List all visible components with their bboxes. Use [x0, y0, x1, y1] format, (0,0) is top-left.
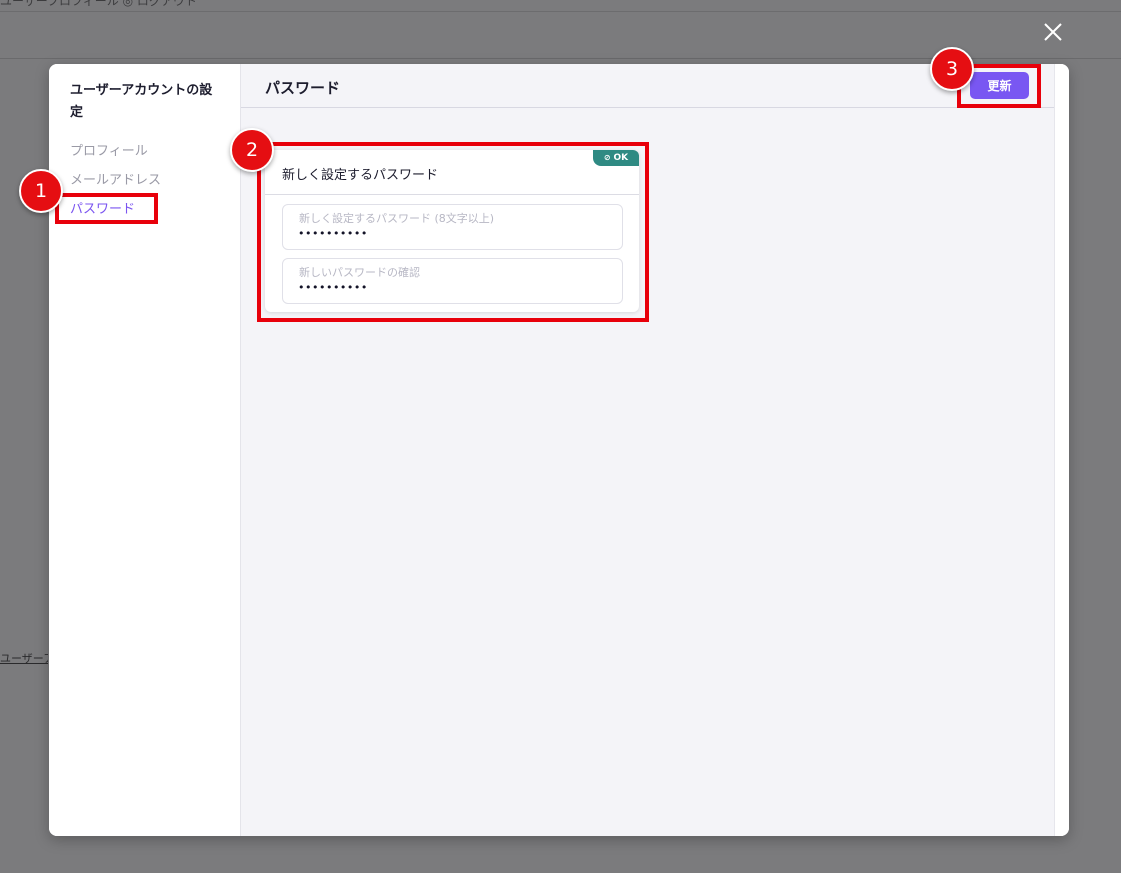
confirm-password-value: ••••••••••: [298, 281, 368, 294]
new-password-label: 新しく設定するパスワード (8文字以上): [299, 212, 495, 225]
confirm-password-label: 新しいパスワードの確認: [299, 266, 420, 279]
background-footer-link[interactable]: ユーザーアプリ: [0, 650, 48, 666]
annotation-marker-3: 3: [930, 47, 974, 91]
main-right-edge: [1054, 64, 1069, 836]
background-topbar-text: ユーザープロフィール ◎ ログアウト: [0, 0, 197, 8]
password-card: ⊘ OK 新しく設定するパスワード 新しく設定するパスワード (8文字以上) ••…: [265, 150, 639, 312]
settings-sidebar: ユーザーアカウントの設定 プロフィール メールアドレス パスワード: [49, 64, 241, 836]
background-topbar: ユーザープロフィール ◎ ログアウト: [0, 0, 1121, 12]
ok-badge-label: OK: [613, 153, 629, 163]
sidebar-title: ユーザーアカウントの設定: [70, 83, 213, 120]
update-button[interactable]: 更新: [970, 72, 1029, 99]
card-title: 新しく設定するパスワード: [282, 168, 439, 183]
sidebar-item-profile[interactable]: プロフィール: [70, 140, 148, 159]
new-password-field[interactable]: 新しく設定するパスワード (8文字以上) ••••••••••: [282, 204, 623, 250]
sidebar-item-password[interactable]: パスワード: [70, 198, 135, 217]
card-divider: [265, 194, 639, 195]
confirm-password-field[interactable]: 新しいパスワードの確認 ••••••••••: [282, 258, 623, 304]
new-password-value: ••••••••••: [298, 227, 368, 240]
account-settings-modal: ユーザーアカウントの設定 プロフィール メールアドレス パスワード パスワード …: [49, 64, 1069, 836]
annotation-marker-2: 2: [230, 128, 274, 172]
page-title: パスワード: [265, 79, 341, 97]
sidebar-item-email[interactable]: メールアドレス: [70, 169, 161, 188]
ok-badge: ⊘ OK: [593, 150, 639, 166]
annotation-marker-1: 1: [19, 169, 63, 213]
check-circle-icon: ⊘: [603, 153, 611, 162]
close-icon[interactable]: [1038, 17, 1068, 47]
